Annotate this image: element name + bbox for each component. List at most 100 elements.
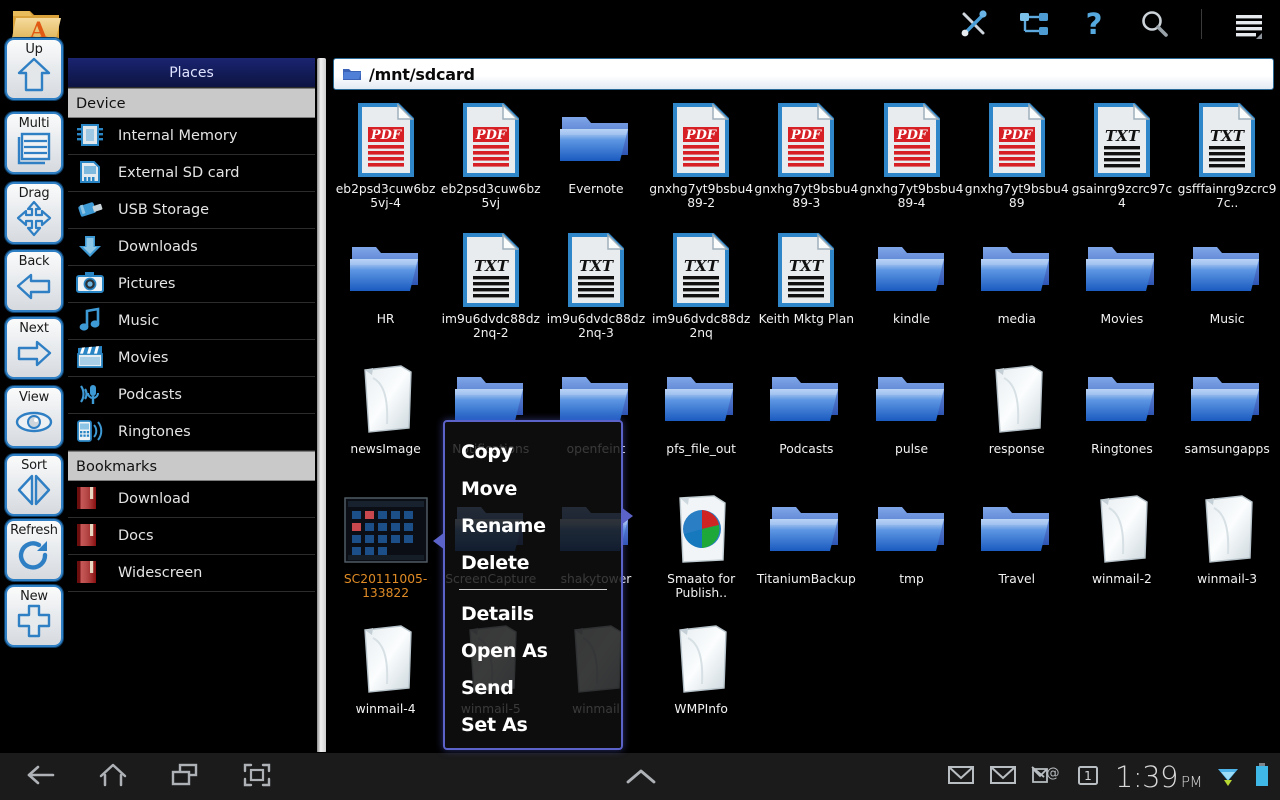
- blank-file-icon: [1091, 492, 1153, 568]
- file-item[interactable]: TXT im9u6dvdc88dz2nq: [649, 226, 754, 356]
- file-item[interactable]: TXT im9u6dvdc88dz2nq-2: [438, 226, 543, 356]
- place-item-usb-storage[interactable]: USB Storage: [68, 192, 315, 229]
- context-menu-item-details[interactable]: Details: [445, 596, 621, 633]
- file-item[interactable]: PDF gnxhg7yt9bsbu489: [964, 96, 1069, 226]
- clapperboard-icon: [76, 344, 106, 372]
- file-item[interactable]: TXT gsfffainrg9zcrc97c..: [1175, 96, 1280, 226]
- music-note-icon: [76, 307, 106, 335]
- file-item[interactable]: HR: [333, 226, 438, 356]
- places-scrollbar-thumb[interactable]: [317, 58, 326, 753]
- place-item-pictures[interactable]: Pictures: [68, 266, 315, 303]
- rail-button-new[interactable]: New: [5, 585, 63, 647]
- network-icon[interactable]: [1017, 7, 1051, 41]
- battery-icon[interactable]: [1254, 762, 1270, 792]
- blank-file-icon: [1196, 492, 1258, 568]
- rail-button-drag[interactable]: Drag: [5, 182, 63, 244]
- file-item[interactable]: pulse: [859, 356, 964, 486]
- home-icon[interactable]: [96, 760, 130, 794]
- place-item-external-sd-card[interactable]: External SD card: [68, 155, 315, 192]
- place-item-podcasts[interactable]: Podcasts: [68, 377, 315, 414]
- rail-button-multi[interactable]: Multi: [5, 112, 63, 174]
- app-root: A: [0, 0, 1280, 800]
- file-item[interactable]: winmail-4: [333, 616, 438, 746]
- email-at-icon[interactable]: @: [1031, 763, 1061, 791]
- context-menu-item-move[interactable]: Move: [445, 471, 621, 508]
- file-item[interactable]: Smaato for Publish..: [649, 486, 754, 616]
- file-item[interactable]: TXT im9u6dvdc88dz2nq-3: [543, 226, 648, 356]
- context-menu-item-set-as[interactable]: Set As: [445, 707, 621, 744]
- rail-button-refresh[interactable]: Refresh: [5, 519, 63, 581]
- context-menu-item-delete[interactable]: Delete: [445, 545, 621, 582]
- rail-button-back[interactable]: Back: [5, 250, 63, 312]
- file-item[interactable]: PDF gnxhg7yt9bsbu489-4: [859, 96, 964, 226]
- svg-text:TXT: TXT: [1210, 127, 1246, 145]
- file-item[interactable]: winmail-3: [1175, 486, 1280, 616]
- place-item-ringtones[interactable]: Ringtones: [68, 414, 315, 451]
- gmail-icon[interactable]: [947, 763, 975, 791]
- file-item-label: tmp: [860, 572, 964, 586]
- file-item[interactable]: Podcasts: [754, 356, 859, 486]
- place-item-download[interactable]: Download: [68, 481, 315, 518]
- rail-button-view[interactable]: View: [5, 386, 63, 448]
- camera-icon: [76, 270, 106, 298]
- file-item[interactable]: TitaniumBackup: [754, 486, 859, 616]
- place-item-label: Pictures: [118, 276, 175, 292]
- rail-button-up[interactable]: Up: [5, 38, 63, 100]
- back-icon[interactable]: [24, 760, 58, 794]
- expand-up-icon[interactable]: [620, 762, 662, 796]
- context-menu-item-copy[interactable]: Copy: [445, 434, 621, 471]
- file-item[interactable]: Music: [1175, 226, 1280, 356]
- path-bar[interactable]: /mnt/sdcard: [333, 58, 1274, 90]
- file-item[interactable]: PDF gnxhg7yt9bsbu489-3: [754, 96, 859, 226]
- tools-icon[interactable]: [957, 7, 991, 41]
- file-item[interactable]: newsImage: [333, 356, 438, 486]
- calendar-icon[interactable]: 1: [1075, 763, 1101, 791]
- status-tray: @ 1 1:39PM: [947, 753, 1270, 800]
- file-item[interactable]: PDF gnxhg7yt9bsbu489-2: [649, 96, 754, 226]
- help-icon[interactable]: ?: [1077, 7, 1111, 41]
- search-icon[interactable]: [1137, 7, 1171, 41]
- places-scrollbar[interactable]: [317, 58, 326, 753]
- place-item-music[interactable]: Music: [68, 303, 315, 340]
- plus-new-icon: [7, 603, 61, 639]
- file-item[interactable]: TXT gsainrg9zcrc97c4: [1069, 96, 1174, 226]
- context-menu-item-open-as[interactable]: Open As: [445, 633, 621, 670]
- file-item[interactable]: samsungapps: [1175, 356, 1280, 486]
- file-item[interactable]: TXT Keith Mktg Plan: [754, 226, 859, 356]
- place-item-movies[interactable]: Movies: [68, 340, 315, 377]
- svg-text:TXT: TXT: [474, 257, 510, 275]
- file-item[interactable]: Movies: [1069, 226, 1174, 356]
- file-item[interactable]: WMPInfo: [649, 616, 754, 746]
- file-item[interactable]: response: [964, 356, 1069, 486]
- file-item[interactable]: Ringtones: [1069, 356, 1174, 486]
- screenshot-icon[interactable]: [240, 760, 274, 794]
- place-item-internal-memory[interactable]: Internal Memory: [68, 118, 315, 155]
- file-item[interactable]: SC20111005-133822: [333, 486, 438, 616]
- rail-button-sort[interactable]: Sort: [5, 454, 63, 516]
- file-item[interactable]: PDF eb2psd3cuw6bz5vj: [438, 96, 543, 226]
- place-item-docs[interactable]: Docs: [68, 518, 315, 555]
- file-item[interactable]: PDF eb2psd3cuw6bz5vj-4: [333, 96, 438, 226]
- context-menu-item-send[interactable]: Send: [445, 670, 621, 707]
- gmail-icon-2[interactable]: [989, 763, 1017, 791]
- rail-button-next[interactable]: Next: [5, 317, 63, 379]
- place-item-widescreen[interactable]: Widescreen: [68, 555, 315, 592]
- clock[interactable]: 1:39PM: [1115, 760, 1202, 794]
- recents-icon[interactable]: [168, 760, 202, 794]
- file-item[interactable]: pfs_file_out: [649, 356, 754, 486]
- txt-file-icon: TXT: [459, 232, 523, 308]
- file-item[interactable]: Travel: [964, 486, 1069, 616]
- file-item[interactable]: media: [964, 226, 1069, 356]
- file-item[interactable]: winmail-2: [1069, 486, 1174, 616]
- place-item-downloads[interactable]: Downloads: [68, 229, 315, 266]
- context-menu-item-rename[interactable]: Rename: [445, 508, 621, 545]
- txt-file-icon: TXT: [774, 232, 838, 308]
- top-action-group: ?: [957, 0, 1266, 48]
- file-item[interactable]: Evernote: [543, 96, 648, 226]
- file-item-label: Travel: [965, 572, 1069, 586]
- context-menu[interactable]: Copy Move Rename Delete Details Open As …: [443, 420, 623, 750]
- file-item[interactable]: kindle: [859, 226, 964, 356]
- wifi-icon[interactable]: [1216, 763, 1240, 791]
- menu-icon[interactable]: [1232, 7, 1266, 41]
- file-item[interactable]: tmp: [859, 486, 964, 616]
